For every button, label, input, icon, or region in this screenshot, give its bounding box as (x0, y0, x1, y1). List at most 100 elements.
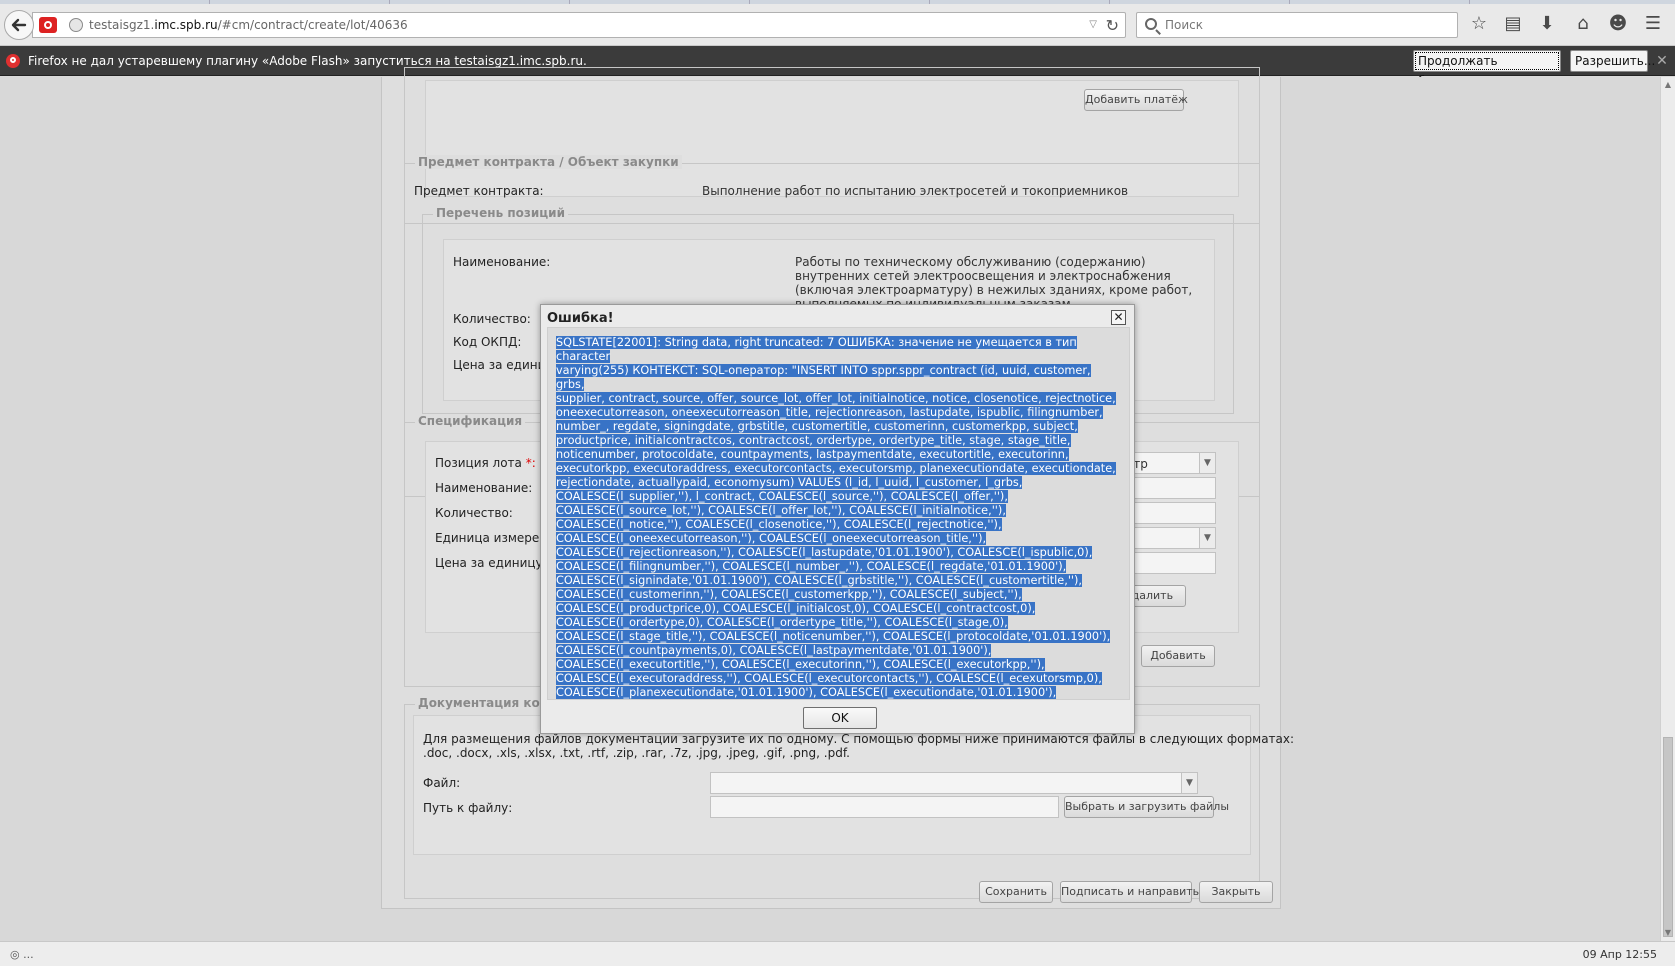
subject-group-title: Предмет контракта / Объект закупки (415, 155, 682, 169)
spec-unit-label: Единица измерен (435, 531, 548, 545)
position-name-label: Наименование: (453, 255, 551, 269)
documentation-group-title: Документация конт (415, 696, 559, 710)
position-okpd-label: Код ОКПД: (453, 335, 522, 349)
error-message-line: COALESCE(l_filingnumber,''), COALESCE(l_… (556, 560, 1067, 573)
error-message-line: COALESCE(l_rejectionreason,''), COALESCE… (556, 546, 1093, 559)
error-message-line: COALESCE(l_source_lot,''), COALESCE(l_of… (556, 504, 1006, 517)
documentation-box: Для размещения файлов документации загру… (413, 715, 1294, 855)
tab[interactable] (1110, 0, 1290, 4)
spec-unit-price-label: Цена за единицу: (435, 556, 547, 570)
tab[interactable] (930, 0, 1110, 4)
page-scrollbar[interactable]: ▲ ▼ (1660, 77, 1675, 941)
error-message-line: COALESCE(l_ordertype,0), COALESCE(l_orde… (556, 616, 1008, 629)
ok-button[interactable]: OK (803, 707, 877, 729)
error-dialog: Ошибка! ✕ SQLSTATE[22001]: String data, … (540, 304, 1135, 734)
lot-position-label: Позиция лота *: (435, 456, 536, 470)
bookmarks-list-icon[interactable]: ▤ (1502, 13, 1524, 35)
documentation-info-line1: Для размещения файлов документации загру… (423, 732, 1295, 746)
documentation-info-line2: .doc, .docx, .xls, .xlsx, .txt, .rtf, .z… (423, 746, 850, 760)
scroll-up-icon[interactable]: ▲ (1663, 80, 1673, 90)
error-message-line: number_, regdate, signingdate, grbstitle… (556, 420, 1078, 433)
position-name-value: Работы по техническому обслуживанию (сод… (795, 255, 1193, 311)
close-form-button[interactable]: Закрыть (1199, 881, 1273, 903)
tab[interactable] (0, 0, 210, 4)
file-select[interactable]: ▼ (710, 772, 1198, 794)
status-datetime: 09 Апр 12:55 (1582, 948, 1657, 961)
chevron-down-icon[interactable]: ▼ (1199, 528, 1215, 548)
error-message-line: rejectiondate, actuallypaid, economysum)… (556, 476, 1023, 489)
spec-quantity-label: Количество: (435, 506, 513, 520)
blocked-plugin-icon[interactable] (39, 17, 57, 33)
continue-blocking-button[interactable]: Продолжать блокировать (1413, 50, 1561, 88)
menu-icon[interactable]: ☰ (1642, 13, 1664, 35)
error-message-line: COALESCE(l_executoraddress,''), COALESCE… (556, 672, 1102, 685)
home-icon[interactable]: ⌂ (1572, 13, 1594, 35)
error-message-line: COALESCE(l_customerinn,''), COALESCE(l_c… (556, 588, 1022, 601)
chevron-down-icon[interactable]: ▼ (1199, 453, 1215, 473)
error-message-line: COALESCE(l_executortitle,''), COALESCE(l… (556, 658, 1045, 671)
error-message-line: noticenumber, protocoldate, countpayment… (556, 448, 1069, 461)
close-icon[interactable]: ✕ (1111, 310, 1126, 325)
error-message-line: COALESCE(l_planexecutiondate,'01.01.1900… (556, 686, 1057, 699)
error-message-line: executorkpp, executoraddress, executorco… (556, 462, 1116, 475)
tab[interactable] (1290, 0, 1470, 4)
error-message-line: oneexecutorreason, oneexecutorreason_tit… (556, 406, 1103, 419)
url-bar[interactable]: testaisgz1.imc.spb.ru/#cm/contract/creat… (32, 12, 1126, 38)
tab[interactable] (390, 0, 570, 4)
file-label: Файл: (423, 776, 461, 790)
error-message-line: COALESCE(l_stage_title,''), COALESCE(l_n… (556, 630, 1111, 643)
tab-strip (0, 0, 1675, 4)
path-label: Путь к файлу: (423, 801, 513, 815)
file-path-input[interactable] (710, 796, 1059, 818)
add-payment-button[interactable]: Добавить платёж (1084, 89, 1188, 111)
url-dropdown-icon[interactable]: ▽ (1089, 19, 1097, 30)
specification-group-title: Спецификация (415, 414, 526, 428)
notification-text: Firefox не дал устаревшему плагину «Adob… (28, 54, 587, 68)
browser-toolbar: testaisgz1.imc.spb.ru/#cm/contract/creat… (0, 0, 1675, 46)
error-message-line: COALESCE(l_signindate,'01.01.1900'), COA… (556, 574, 1083, 587)
plugin-blocked-icon (6, 54, 20, 68)
sign-and-send-button[interactable]: Подписать и направить (1060, 881, 1199, 903)
allow-plugin-button[interactable]: Разрешить... (1570, 50, 1655, 72)
subject-label: Предмет контракта: (414, 184, 544, 198)
error-message-line: SQLSTATE[22001]: String data, right trun… (556, 336, 1077, 363)
chat-icon[interactable]: ☻ (1607, 13, 1629, 35)
status-text: ◎ ... (10, 948, 34, 961)
error-message-line: COALESCE(l_supplier,''), l_contract, COA… (556, 490, 1008, 503)
tab[interactable] (750, 0, 930, 4)
search-icon (1145, 18, 1157, 30)
search-bar[interactable]: Поиск (1136, 12, 1458, 38)
save-button[interactable]: Сохранить (979, 881, 1053, 903)
tab[interactable] (210, 0, 390, 4)
spec-name-label: Наименование: (435, 481, 533, 495)
scrollbar-thumb[interactable] (1663, 737, 1673, 937)
position-quantity-label: Количество: (453, 312, 531, 326)
error-message-line: COALESCE(l_countpayments,0), COALESCE(l_… (556, 644, 992, 657)
positions-group-title: Перечень позиций (433, 206, 568, 220)
error-message-line: supplier, contract, source, offer, sourc… (556, 392, 1116, 405)
scroll-down-icon[interactable]: ▼ (1663, 928, 1673, 938)
error-message[interactable]: SQLSTATE[22001]: String data, right trun… (556, 336, 1122, 699)
status-bar: ◎ ... 09 Апр 12:55 (0, 941, 1675, 966)
add-spec-button[interactable]: Добавить (1141, 645, 1215, 667)
chevron-down-icon[interactable]: ▼ (1181, 773, 1197, 793)
back-button[interactable] (4, 10, 34, 40)
dialog-body: SQLSTATE[22001]: String data, right trun… (547, 327, 1130, 700)
error-message-line: varying(255) КОНТЕКСТ: SQL-оператор: "IN… (556, 364, 1091, 391)
error-message-line: COALESCE(l_productprice,0), COALESCE(l_i… (556, 602, 1036, 615)
position-unit-price-label: Цена за единиц (453, 358, 554, 372)
site-identity-icon[interactable] (69, 18, 83, 32)
dialog-title: Ошибка! (547, 311, 614, 326)
downloads-icon[interactable]: ⬇ (1536, 13, 1558, 35)
bookmark-star-icon[interactable]: ☆ (1468, 13, 1490, 35)
close-icon[interactable]: ✕ (1653, 52, 1671, 70)
error-message-line: productprice, initialcontractcos, contra… (556, 434, 1071, 447)
error-message-line: COALESCE(l_oneexecutorreason,''), COALES… (556, 532, 987, 545)
url-text[interactable]: testaisgz1.imc.spb.ru/#cm/contract/creat… (89, 18, 408, 32)
tab[interactable] (570, 0, 750, 4)
choose-and-upload-button[interactable]: Выбрать и загрузить файлы (1064, 796, 1229, 818)
subject-value: Выполнение работ по испытанию электросет… (702, 184, 1129, 198)
reload-icon[interactable]: ↻ (1106, 16, 1119, 35)
search-placeholder: Поиск (1165, 18, 1204, 32)
error-message-line: COALESCE(l_notice,''), COALESCE(l_closen… (556, 518, 1002, 531)
